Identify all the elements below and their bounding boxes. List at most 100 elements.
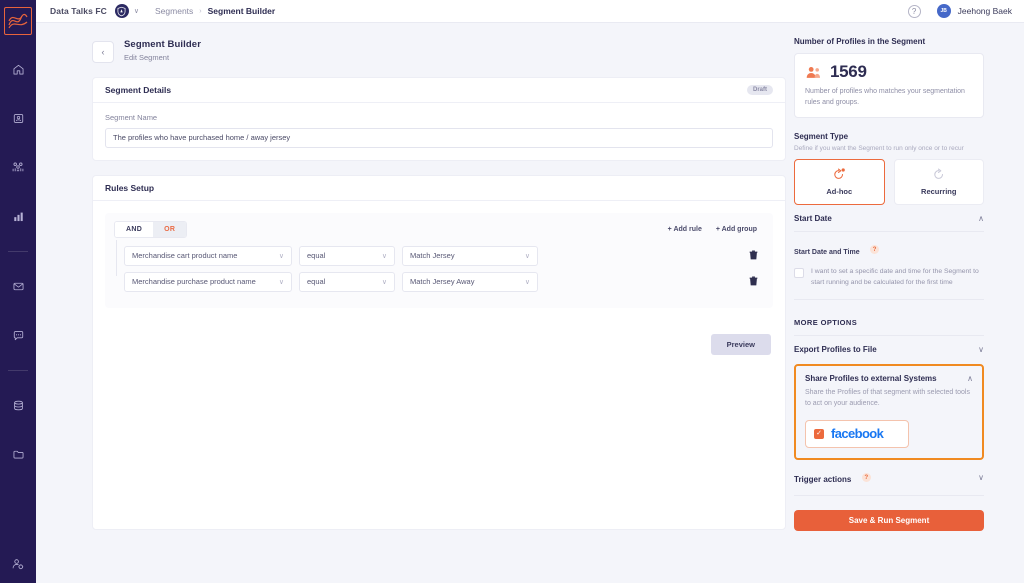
segment-type-description: Define if you want the Segment to run on… (794, 145, 964, 152)
rail-divider (8, 251, 28, 252)
help-icon[interactable]: ? (907, 4, 921, 18)
table-row: Merchandise purchase product name ∨ equa… (124, 271, 764, 292)
delete-rule-button[interactable] (749, 273, 758, 291)
profile-card-icon (13, 113, 23, 123)
rail-divider-2 (8, 370, 28, 371)
rule-attribute-value: Merchandise purchase product name (132, 277, 256, 286)
rule-actions (545, 273, 764, 291)
page-header-text: Segment Builder Edit Segment (124, 39, 201, 62)
top-bar: Data Talks FC ∨ Segments › Segment Build… (36, 0, 1024, 23)
facebook-checkbox[interactable]: ✓ (814, 428, 824, 439)
chevron-down-icon: ∨ (524, 252, 530, 260)
page-header: ‹ Segment Builder Edit Segment (92, 39, 786, 63)
table-row: Merchandise cart product name ∨ equal ∨ … (124, 245, 764, 266)
help-icon[interactable]: ? (861, 473, 871, 483)
share-profiles-title: Share Profiles to external Systems (805, 374, 937, 384)
operator-or-button[interactable]: OR (153, 221, 187, 237)
rules-setup-body: AND OR + Add rule + Add group Merchandis… (93, 201, 785, 367)
page-body: ‹ Segment Builder Edit Segment Segment D… (36, 23, 1024, 583)
add-group-button[interactable]: + Add group (709, 222, 764, 237)
rule-operator-value: equal (307, 277, 326, 286)
facebook-integration-card[interactable]: ✓ facebook (805, 419, 909, 448)
add-buttons: + Add rule + Add group (661, 222, 764, 237)
mail-envelope-icon (13, 282, 23, 290)
main-column: ‹ Segment Builder Edit Segment Segment D… (36, 23, 786, 583)
club-shield-icon[interactable] (114, 4, 129, 18)
segment-details-body: Segment Name (93, 103, 785, 160)
profiles-count-description: Number of profiles who matches your segm… (805, 88, 965, 106)
bar-chart-icon (13, 212, 23, 221)
start-date-checkbox[interactable] (794, 268, 804, 278)
rules-setup-card: Rules Setup AND OR + Add rule + Add grou… (92, 174, 786, 530)
operator-and-button[interactable]: AND (115, 221, 154, 237)
accordion-export-profiles[interactable]: Export Profiles to File ∨ (794, 336, 984, 362)
start-date-checkbox-row: I want to set a specific date and time f… (794, 267, 984, 301)
trigger-actions-title: Trigger actions (794, 474, 852, 484)
rule-group-toolbar: AND OR + Add rule + Add group (114, 220, 764, 238)
chevron-down-icon: ∨ (524, 278, 530, 286)
user-settings-icon (12, 559, 24, 570)
sidebar-item-email[interactable] (0, 272, 36, 300)
segment-type-title: Segment Type (794, 132, 849, 141)
rule-value-text: Match Jersey (410, 251, 455, 260)
sidebar-item-messages[interactable] (0, 321, 36, 349)
rule-attribute-value: Merchandise cart product name (132, 251, 238, 260)
help-icon[interactable]: ? (870, 245, 880, 255)
sidebar-item-analytics[interactable] (0, 202, 36, 230)
rule-row-list: Merchandise cart product name ∨ equal ∨ … (114, 239, 764, 292)
people-group-icon (806, 66, 820, 78)
sidebar-item-audiences[interactable] (0, 153, 36, 181)
rule-attribute-select[interactable]: Merchandise purchase product name ∨ (124, 271, 292, 292)
rule-operator-select[interactable]: equal ∨ (299, 271, 395, 292)
facebook-label: facebook (831, 426, 884, 442)
rail-item-list (0, 55, 36, 489)
segment-details-card: Segment Details Draft Segment Name (92, 77, 786, 161)
segment-type-adhoc-label: Ad-hoc (826, 187, 853, 196)
accordion-start-date[interactable]: Start Date ∧ (794, 205, 984, 232)
sidebar-item-home[interactable] (0, 55, 36, 83)
start-date-title: Start Date (794, 214, 832, 223)
chevron-down-icon: ∨ (278, 278, 284, 286)
recurring-loop-icon (934, 168, 943, 179)
user-name[interactable]: Jeehong Baek (958, 6, 1012, 16)
rule-operator-select[interactable]: equal ∨ (299, 245, 395, 266)
folder-icon (13, 450, 23, 458)
avatar[interactable]: JB (936, 4, 951, 18)
share-profiles-section: Share Profiles to external Systems ∧ Sha… (794, 364, 984, 460)
datatalks-logo[interactable] (4, 7, 32, 35)
segment-type-adhoc[interactable]: Ad-hoc (794, 159, 885, 205)
run-once-icon (834, 168, 846, 179)
right-side-panel: Number of Profiles in the Segment 1569 N… (786, 23, 1024, 583)
more-options-heading: MORE OPTIONS (794, 318, 984, 337)
chevron-down-icon: ∨ (381, 252, 387, 260)
rule-value-select[interactable]: Match Jersey ∨ (402, 245, 538, 266)
breadcrumb-current: Segment Builder (207, 6, 276, 16)
chevron-down-icon: ∨ (278, 252, 284, 260)
rule-attribute-select[interactable]: Merchandise cart product name ∨ (124, 245, 292, 266)
chevron-down-icon[interactable]: ∨ (134, 7, 139, 15)
segment-type-section: Segment Type Define if you want the Segm… (794, 132, 984, 205)
add-rule-button[interactable]: + Add rule (661, 222, 709, 237)
rules-setup-title: Rules Setup (105, 182, 155, 193)
save-and-run-segment-button[interactable]: Save & Run Segment (794, 509, 984, 531)
preview-button[interactable]: Preview (710, 333, 771, 355)
sidebar-item-profiles[interactable] (0, 104, 36, 132)
rule-value-select[interactable]: Match Jersey Away ∨ (402, 271, 538, 292)
sidebar-item-account-settings[interactable] (0, 557, 36, 571)
accordion-trigger-actions[interactable]: Trigger actions ? ∨ (794, 460, 984, 496)
accordion-share-profiles[interactable]: Share Profiles to external Systems ∧ (805, 374, 973, 383)
profiles-count-row: 1569 (805, 62, 973, 82)
start-date-content: Start Date and Time ? I want to set a sp… (794, 232, 984, 301)
profiles-count: 1569 (830, 62, 867, 81)
home-icon (13, 64, 23, 74)
breadcrumb-segments[interactable]: Segments (155, 6, 193, 16)
export-profiles-title: Export Profiles to File (794, 345, 877, 355)
sidebar-item-files[interactable] (0, 440, 36, 468)
delete-rule-button[interactable] (749, 247, 758, 265)
back-button[interactable]: ‹ (92, 41, 114, 63)
content-column: Data Talks FC ∨ Segments › Segment Build… (36, 0, 1024, 583)
segment-name-input[interactable] (105, 127, 773, 148)
segment-type-recurring[interactable]: Recurring (893, 159, 984, 205)
sidebar-item-data[interactable] (0, 391, 36, 419)
rules-setup-header: Rules Setup (93, 176, 785, 201)
